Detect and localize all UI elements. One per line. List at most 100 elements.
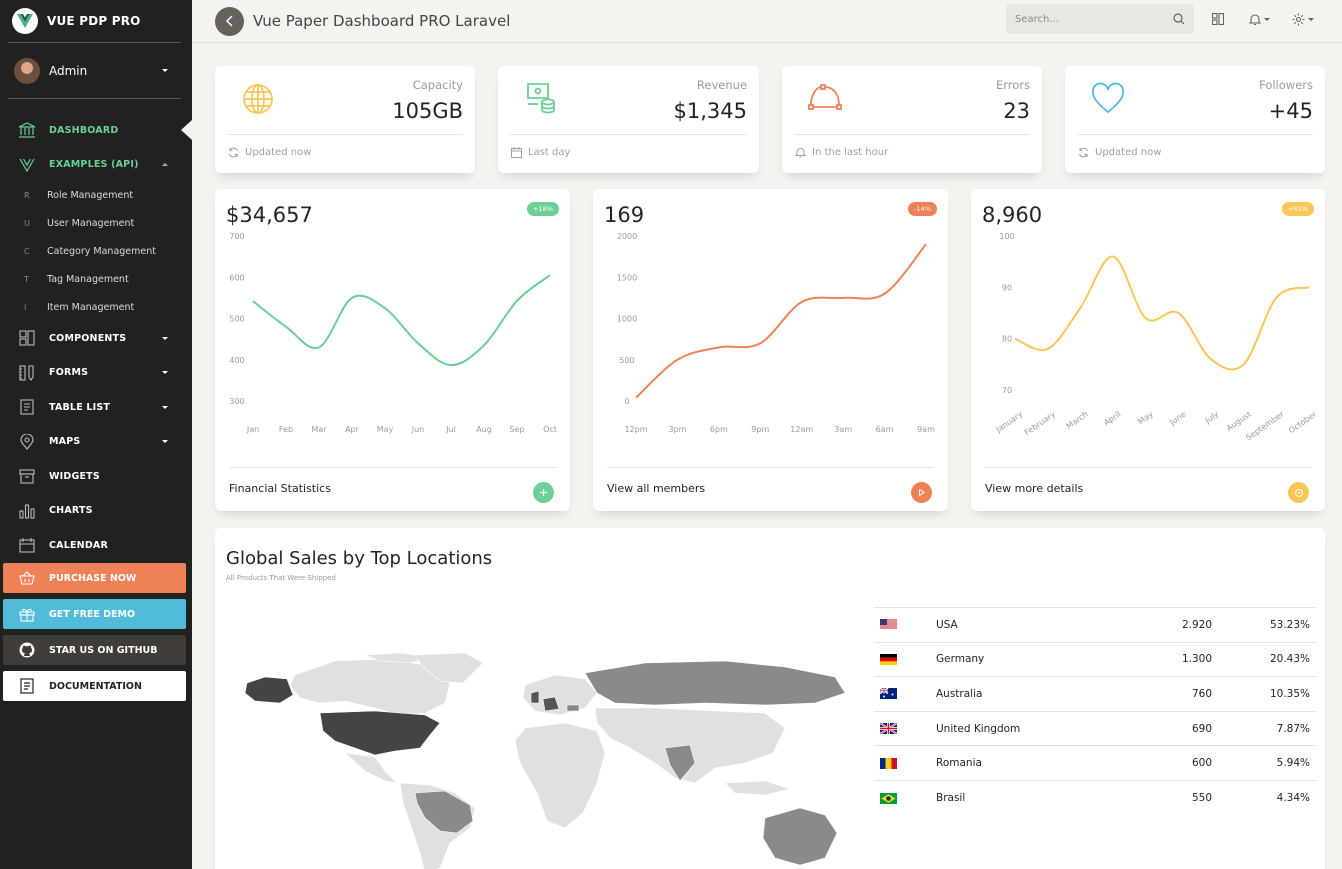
- data-point[interactable]: [1307, 285, 1311, 289]
- mini-letter: I: [24, 302, 27, 312]
- country-row: United Kingdom 690 7.87%: [874, 710, 1316, 746]
- details-button[interactable]: [1288, 482, 1309, 503]
- add-button[interactable]: [533, 482, 554, 503]
- sidebar-subitem-label: Item Management: [47, 301, 135, 313]
- x-tick-label: 6pm: [710, 425, 728, 434]
- sidebar-item-label: COMPONENTS: [49, 332, 127, 344]
- sidebar-subitem-role[interactable]: R Role Management: [0, 182, 192, 210]
- stat-footer-text: In the last hour: [812, 147, 889, 158]
- data-point[interactable]: [1078, 306, 1082, 310]
- stat-value: +45: [1268, 99, 1313, 123]
- series-line: [252, 274, 551, 367]
- data-point[interactable]: [251, 299, 255, 303]
- country-percent: 5.94%: [1212, 745, 1316, 781]
- x-tick-label: Aug: [476, 425, 492, 434]
- y-tick-label: 100: [999, 232, 1014, 241]
- sidebar-item-dashboard[interactable]: DASHBOARD: [0, 113, 192, 148]
- sidebar-item-table-list[interactable]: TABLE LIST: [0, 390, 192, 425]
- get-free-demo-button[interactable]: GET FREE DEMO: [3, 599, 186, 629]
- play-button[interactable]: [911, 482, 932, 503]
- y-tick-label: 1500: [617, 273, 637, 282]
- sidebar-subitem-tag[interactable]: T Tag Management: [0, 265, 192, 293]
- data-point[interactable]: [515, 299, 519, 303]
- stat-footer-text: Last day: [528, 147, 571, 158]
- chart-card-footer: Financial Statistics: [229, 482, 331, 495]
- data-point[interactable]: [548, 273, 552, 277]
- purchase-now-button[interactable]: PURCHASE NOW: [3, 563, 186, 593]
- data-point[interactable]: [758, 341, 762, 345]
- data-point[interactable]: [350, 296, 354, 300]
- data-point[interactable]: [482, 343, 486, 347]
- divider: [227, 134, 463, 135]
- sidebar-item-examples[interactable]: EXAMPLES (API): [0, 148, 192, 183]
- sidebar-item-label: CALENDAR: [49, 539, 108, 551]
- x-tick-label: Jan: [246, 425, 259, 434]
- stat-card-followers: Followers +45 Updated now: [1065, 66, 1325, 173]
- sidebar-subitem-category[interactable]: C Category Management: [0, 238, 192, 266]
- y-tick-label: 700: [229, 232, 244, 241]
- country-name: USA: [936, 607, 1092, 643]
- documentation-button[interactable]: DOCUMENTATION: [3, 671, 186, 701]
- percent-badge: +51%: [1282, 202, 1314, 216]
- sidebar-item-charts[interactable]: CHARTS: [0, 493, 192, 528]
- money-coins-icon: [527, 83, 555, 114]
- data-point[interactable]: [841, 296, 845, 300]
- search-icon[interactable]: [1173, 13, 1185, 25]
- search-input[interactable]: [1015, 13, 1173, 25]
- brand[interactable]: VUE PDP PRO: [0, 0, 182, 42]
- data-point[interactable]: [924, 242, 928, 246]
- sidebar-item-forms[interactable]: FORMS: [0, 355, 192, 390]
- country-percent: 10.35%: [1212, 676, 1316, 712]
- data-point[interactable]: [717, 345, 721, 349]
- sidebar-subitem-user[interactable]: U User Management: [0, 210, 192, 238]
- sidebar-item-widgets[interactable]: WIDGETS: [0, 459, 192, 494]
- settings-dropdown[interactable]: [1292, 11, 1314, 27]
- sidebar-item-calendar[interactable]: CALENDAR: [0, 528, 192, 563]
- stat-card-revenue: Revenue $1,345 Last day: [498, 66, 759, 173]
- vue-logo-icon: [18, 156, 36, 174]
- chart-card-value: 169: [604, 203, 645, 227]
- data-point[interactable]: [1111, 255, 1115, 259]
- sidebar-subitem-item[interactable]: I Item Management: [0, 293, 192, 321]
- data-point[interactable]: [317, 345, 321, 349]
- data-point[interactable]: [1013, 337, 1017, 341]
- world-map[interactable]: [225, 653, 853, 869]
- country-row: USA 2.920 53.23%: [874, 607, 1316, 643]
- data-point[interactable]: [383, 306, 387, 310]
- user-menu[interactable]: Admin: [0, 43, 192, 98]
- calendar-icon: [511, 147, 522, 158]
- countries-table: USA 2.920 53.23% Germany 1.300 20.43% Australi…: [874, 607, 1316, 816]
- notifications-dropdown[interactable]: [1249, 11, 1270, 27]
- data-point[interactable]: [1046, 347, 1050, 351]
- star-github-button[interactable]: STAR US ON GITHUB: [3, 635, 186, 665]
- layout-icon[interactable]: [1212, 11, 1224, 27]
- data-point[interactable]: [1176, 311, 1180, 315]
- data-point[interactable]: [883, 292, 887, 296]
- heart-icon: [1092, 82, 1124, 114]
- data-point[interactable]: [1209, 357, 1213, 361]
- sidebar-subitem-label: Role Management: [47, 190, 134, 202]
- mini-letter: C: [24, 246, 30, 256]
- sidebar-item-components[interactable]: COMPONENTS: [0, 321, 192, 356]
- box-icon: [18, 467, 36, 485]
- sidebar-subitem-label: User Management: [47, 218, 135, 230]
- data-point[interactable]: [284, 325, 288, 329]
- country-sales: 2.920: [1092, 607, 1212, 643]
- data-point[interactable]: [449, 363, 453, 367]
- data-point[interactable]: [634, 396, 638, 400]
- data-point[interactable]: [416, 341, 420, 345]
- y-tick-label: 1000: [617, 315, 637, 324]
- sidebar-toggle-button[interactable]: [215, 6, 244, 36]
- data-point[interactable]: [1274, 296, 1278, 300]
- basket-icon: [18, 569, 36, 587]
- paper-icon: [18, 677, 36, 695]
- sidebar-item-maps[interactable]: MAPS: [0, 424, 192, 459]
- globe-icon: [243, 84, 273, 114]
- pin-icon: [18, 433, 36, 451]
- data-point[interactable]: [1242, 362, 1246, 366]
- data-point[interactable]: [800, 300, 804, 304]
- data-point[interactable]: [675, 358, 679, 362]
- data-point[interactable]: [1144, 316, 1148, 320]
- us-flag-icon: [880, 619, 897, 631]
- chart-card-financial: 300 400 500 600 700 Jan Feb Mar Apr May Jun Jul Aug S…: [215, 189, 570, 511]
